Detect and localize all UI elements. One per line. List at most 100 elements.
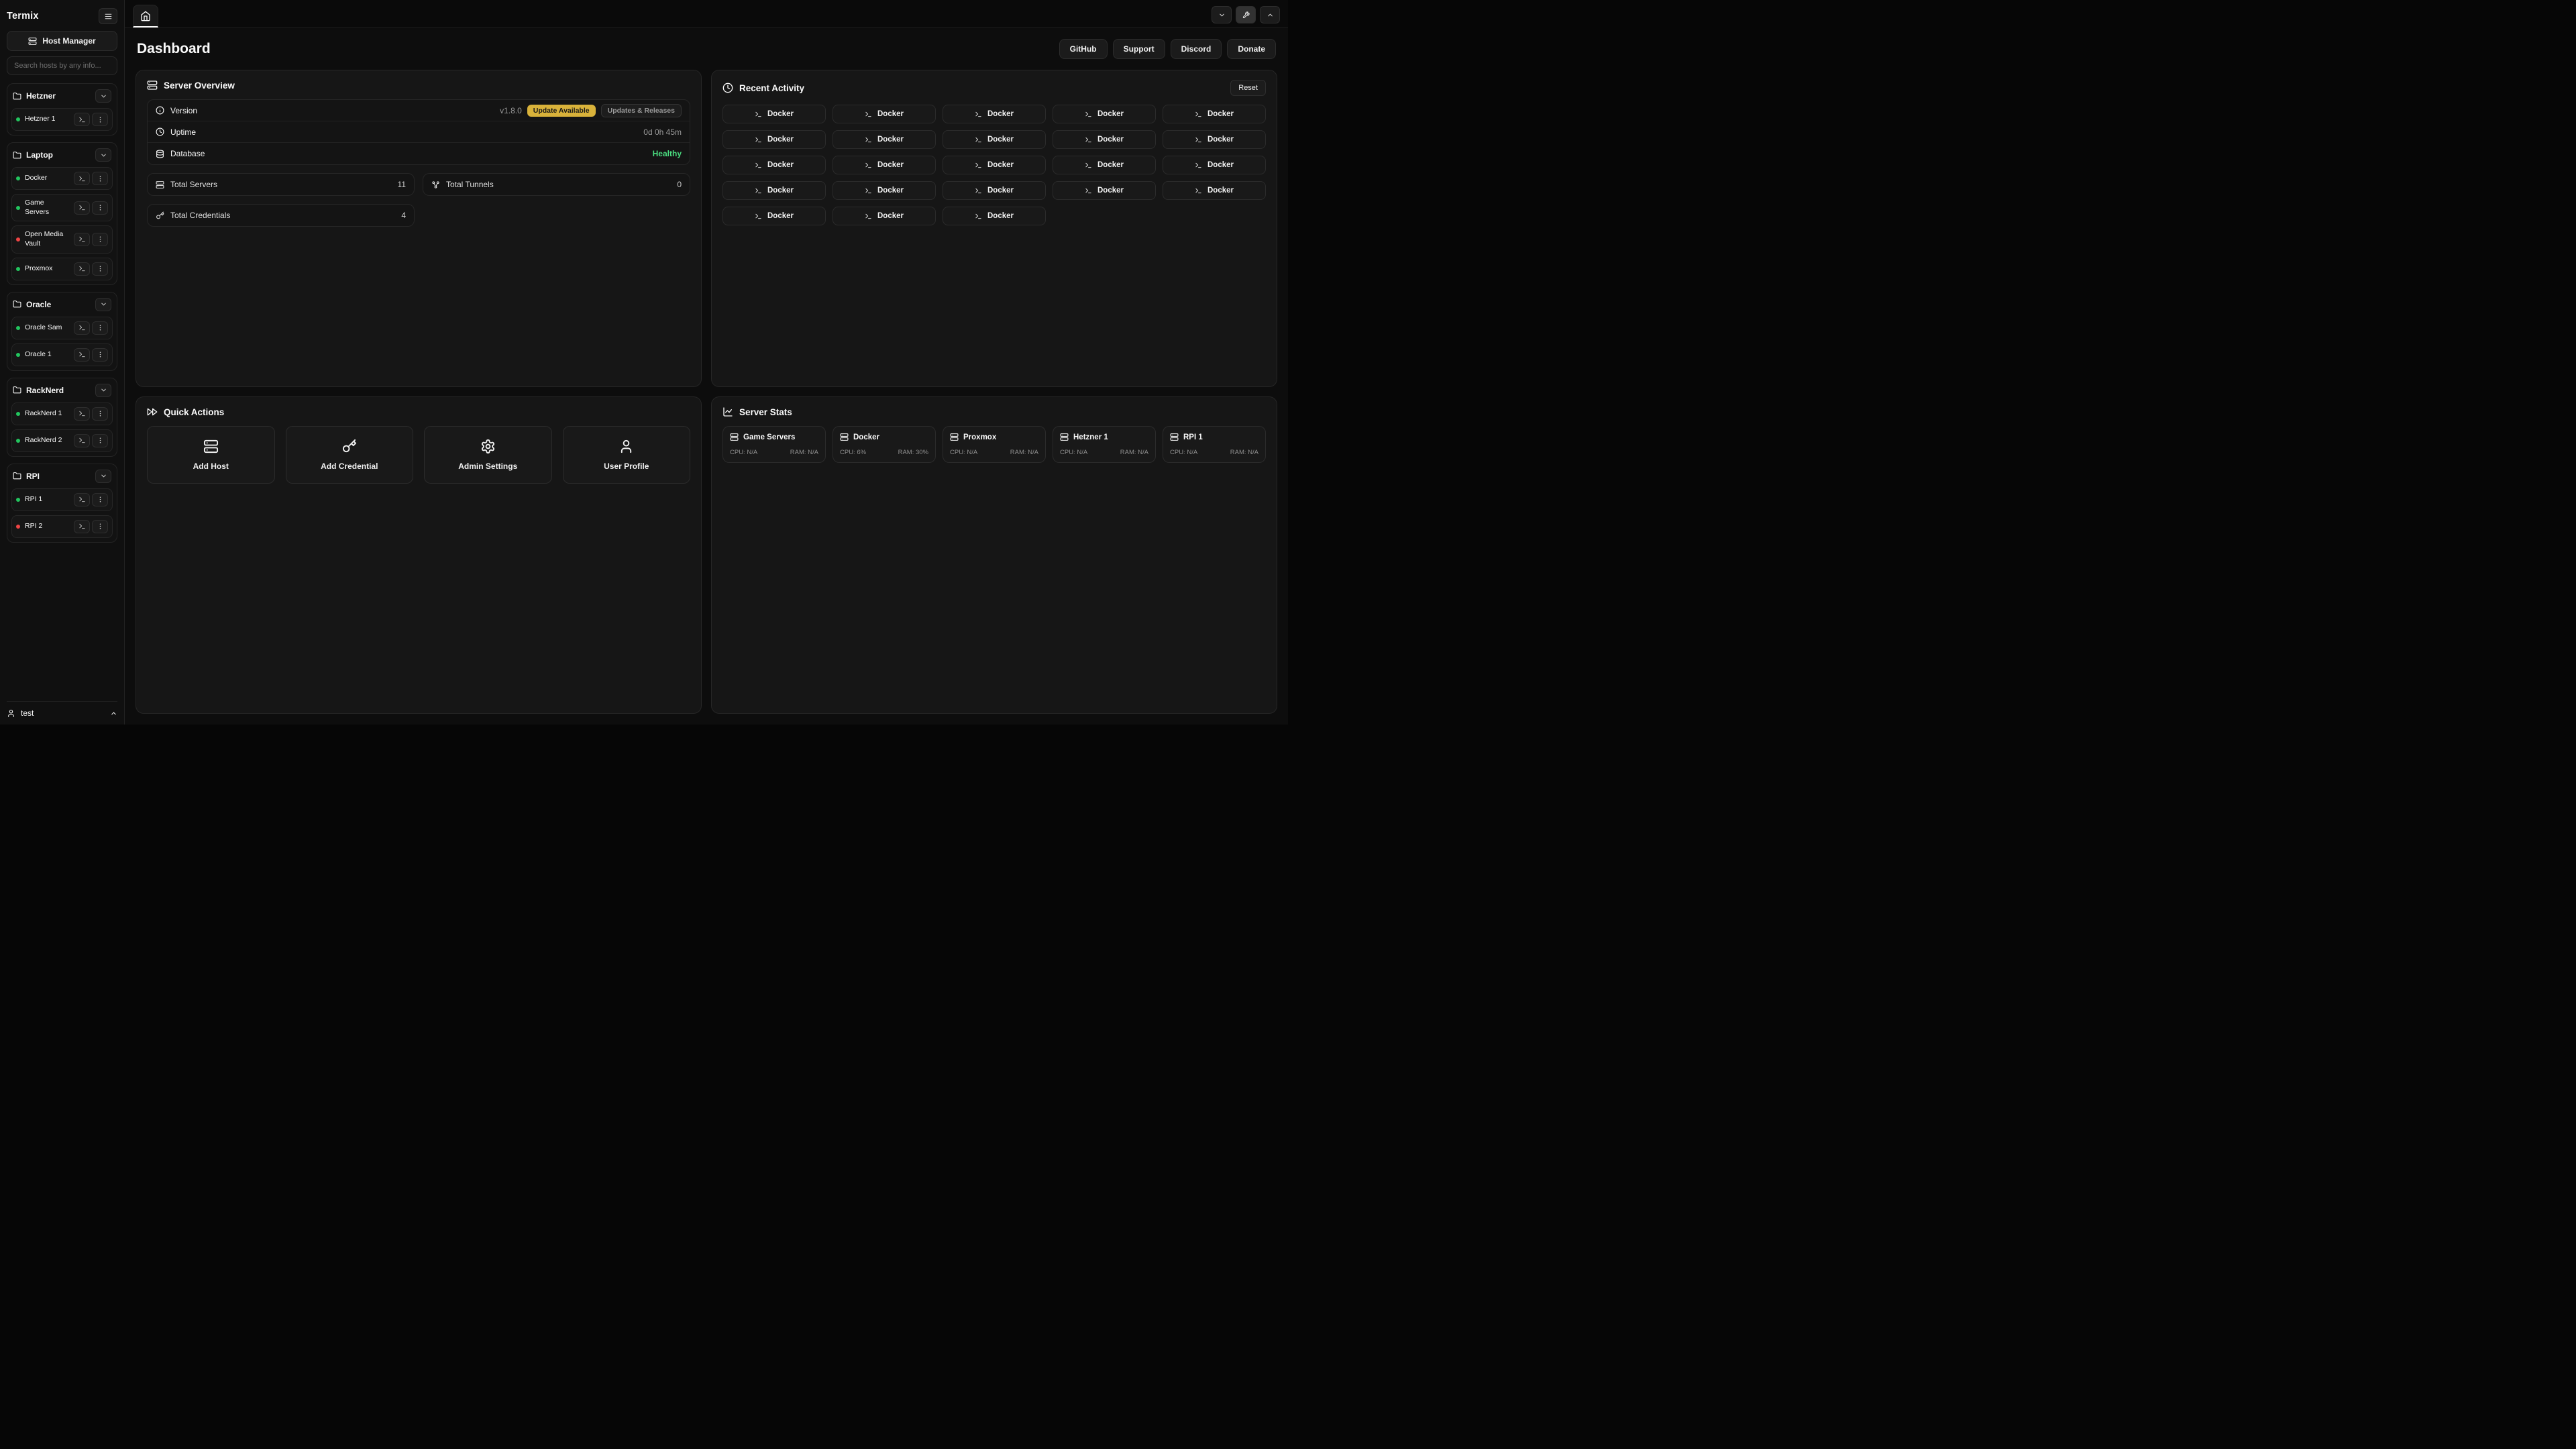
support-button[interactable]: Support xyxy=(1113,39,1165,59)
host-item[interactable]: RPI 1 xyxy=(11,488,113,511)
activity-item-button[interactable]: Docker xyxy=(943,207,1046,225)
open-terminal-button[interactable] xyxy=(74,262,90,276)
activity-item-button[interactable]: Docker xyxy=(722,181,826,200)
activity-item-button[interactable]: Docker xyxy=(722,207,826,225)
server-stats-panel: Server Stats Game ServersCPU: N/ARAM: N/… xyxy=(711,396,1277,714)
activity-item-button[interactable]: Docker xyxy=(1053,156,1156,174)
activity-item-button[interactable]: Docker xyxy=(722,130,826,149)
host-item[interactable]: Open Media Vault xyxy=(11,225,113,253)
open-terminal-button[interactable] xyxy=(74,520,90,533)
host-item[interactable]: RackNerd 2 xyxy=(11,429,113,452)
activity-item-button[interactable]: Docker xyxy=(833,156,936,174)
chevron-up-button[interactable] xyxy=(1260,6,1280,23)
server-icon xyxy=(203,439,219,454)
activity-item-button[interactable]: Docker xyxy=(943,156,1046,174)
admin-settings-button[interactable]: Admin Settings xyxy=(424,426,552,484)
activity-item-button[interactable]: Docker xyxy=(722,156,826,174)
activity-item-button[interactable]: Docker xyxy=(943,105,1046,123)
activity-grid: Docker Docker Docker Docker Docker Docker Dock… xyxy=(722,105,1266,225)
activity-item-button[interactable]: Docker xyxy=(1163,105,1266,123)
terminal-icon xyxy=(78,175,86,182)
host-item[interactable]: RPI 2 xyxy=(11,515,113,538)
activity-item-button[interactable]: Docker xyxy=(833,130,936,149)
open-terminal-button[interactable] xyxy=(74,233,90,246)
host-item[interactable]: Oracle 1 xyxy=(11,343,113,366)
open-terminal-button[interactable] xyxy=(74,201,90,215)
activity-item-button[interactable]: Docker xyxy=(833,105,936,123)
user-profile-button[interactable]: User Profile xyxy=(563,426,691,484)
server-stat-header: RPI 1 xyxy=(1170,433,1258,441)
add-credential-button[interactable]: Add Credential xyxy=(286,426,414,484)
host-item[interactable]: Game Servers xyxy=(11,194,113,221)
host-menu-button[interactable] xyxy=(92,434,108,447)
group-collapse-button[interactable] xyxy=(95,384,111,397)
open-terminal-button[interactable] xyxy=(74,407,90,421)
tunnel-icon xyxy=(431,180,440,189)
server-stat-card[interactable]: Game ServersCPU: N/ARAM: N/A xyxy=(722,426,826,463)
add-host-button[interactable]: Add Host xyxy=(147,426,275,484)
host-menu-button[interactable] xyxy=(92,407,108,421)
server-stat-card[interactable]: RPI 1CPU: N/ARAM: N/A xyxy=(1163,426,1266,463)
open-terminal-button[interactable] xyxy=(74,172,90,185)
activity-item-button[interactable]: Docker xyxy=(1053,105,1156,123)
server-icon xyxy=(156,180,164,189)
host-menu-button[interactable] xyxy=(92,172,108,185)
host-menu-button[interactable] xyxy=(92,520,108,533)
host-item[interactable]: Proxmox xyxy=(11,258,113,280)
discord-button[interactable]: Discord xyxy=(1171,39,1222,59)
host-menu-button[interactable] xyxy=(92,321,108,335)
host-name: RPI 1 xyxy=(25,495,69,504)
group-collapse-button[interactable] xyxy=(95,470,111,483)
activity-item-label: Docker xyxy=(1097,161,1124,169)
open-terminal-button[interactable] xyxy=(74,434,90,447)
reset-button[interactable]: Reset xyxy=(1230,80,1266,96)
wrench-button[interactable] xyxy=(1236,6,1256,23)
activity-item-button[interactable]: Docker xyxy=(833,207,936,225)
overview-stats: Total Servers11Total Tunnels0Total Crede… xyxy=(147,173,690,227)
group-collapse-button[interactable] xyxy=(95,298,111,311)
user-footer[interactable]: test xyxy=(7,701,117,718)
host-item[interactable]: Oracle Sam xyxy=(11,317,113,339)
open-terminal-button[interactable] xyxy=(74,113,90,126)
chevron-down-button[interactable] xyxy=(1212,6,1232,23)
activity-item-button[interactable]: Docker xyxy=(1163,130,1266,149)
donate-button[interactable]: Donate xyxy=(1227,39,1276,59)
host-menu-button[interactable] xyxy=(92,262,108,276)
dots-vertical-icon xyxy=(97,265,104,272)
server-stat-card[interactable]: Hetzner 1CPU: N/ARAM: N/A xyxy=(1053,426,1156,463)
tab-home[interactable] xyxy=(133,5,158,28)
group-collapse-button[interactable] xyxy=(95,148,111,162)
host-name: Proxmox xyxy=(25,264,69,274)
sidebar-menu-button[interactable] xyxy=(99,8,117,24)
group-collapse-button[interactable] xyxy=(95,89,111,103)
activity-item-button[interactable]: Docker xyxy=(722,105,826,123)
server-stat-card[interactable]: DockerCPU: 6%RAM: 30% xyxy=(833,426,936,463)
activity-item-button[interactable]: Docker xyxy=(943,130,1046,149)
github-button[interactable]: GitHub xyxy=(1059,39,1108,59)
host-item[interactable]: Hetzner 1 xyxy=(11,108,113,131)
updates-releases-badge[interactable]: Updates & Releases xyxy=(601,104,682,117)
activity-item-button[interactable]: Docker xyxy=(1053,181,1156,200)
host-item[interactable]: RackNerd 1 xyxy=(11,402,113,425)
host-item[interactable]: Docker xyxy=(11,167,113,190)
host-manager-button[interactable]: Host Manager xyxy=(7,31,117,51)
host-menu-button[interactable] xyxy=(92,201,108,215)
update-available-badge[interactable]: Update Available xyxy=(527,105,596,117)
activity-item-button[interactable]: Docker xyxy=(943,181,1046,200)
activity-item-button[interactable]: Docker xyxy=(833,181,936,200)
activity-item-button[interactable]: Docker xyxy=(1163,181,1266,200)
open-terminal-button[interactable] xyxy=(74,348,90,362)
open-terminal-button[interactable] xyxy=(74,493,90,506)
key-icon xyxy=(156,211,164,220)
activity-item-button[interactable]: Docker xyxy=(1053,130,1156,149)
host-menu-button[interactable] xyxy=(92,348,108,362)
host-menu-button[interactable] xyxy=(92,233,108,246)
host-menu-button[interactable] xyxy=(92,113,108,126)
activity-item-button[interactable]: Docker xyxy=(1163,156,1266,174)
search-input[interactable] xyxy=(7,56,117,75)
server-stat-card[interactable]: ProxmoxCPU: N/ARAM: N/A xyxy=(943,426,1046,463)
status-dot xyxy=(16,237,20,241)
info-label-text: Database xyxy=(170,149,205,158)
host-menu-button[interactable] xyxy=(92,493,108,506)
open-terminal-button[interactable] xyxy=(74,321,90,335)
